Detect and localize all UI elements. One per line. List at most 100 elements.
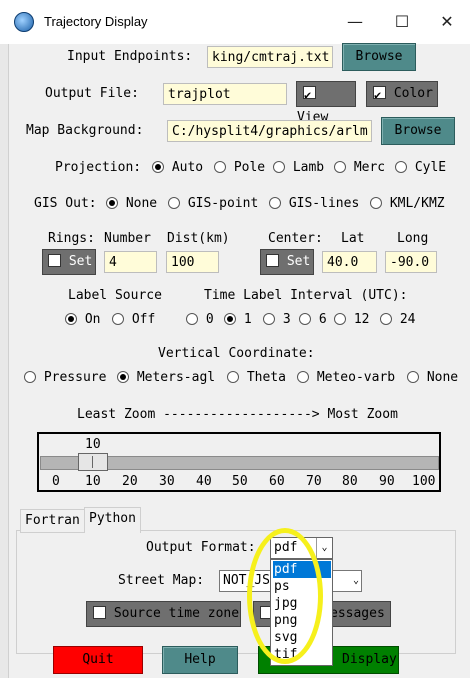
zoom-tick: 50 <box>232 474 248 489</box>
zoom-tick: 90 <box>379 474 395 489</box>
close-button[interactable]: ✕ <box>432 8 462 36</box>
label-source-off[interactable]: Off <box>112 312 155 327</box>
output-format-dropdown[interactable]: pdf ps jpg png svg tif <box>270 559 333 666</box>
zoom-tick: 0 <box>52 474 60 489</box>
zoom-tick: 70 <box>306 474 322 489</box>
color-checkbox[interactable]: ✔ Color <box>366 81 438 107</box>
format-option-svg[interactable]: svg <box>273 629 331 646</box>
gis-none[interactable]: None <box>106 196 157 211</box>
output-file-label: Output File: <box>45 86 139 101</box>
format-option-png[interactable]: png <box>273 612 331 629</box>
time-interval-12[interactable]: 12 <box>334 312 369 327</box>
rings-dist-label: Dist(km) <box>167 231 230 246</box>
quit-button[interactable]: Quit <box>53 646 143 674</box>
input-browse-button[interactable]: Browse <box>342 43 416 71</box>
view-checkbox[interactable]: ✔ View <box>296 81 356 125</box>
gis-lines[interactable]: GIS-lines <box>269 196 359 211</box>
radio-icon <box>112 313 124 325</box>
zoom-slider-handle[interactable] <box>78 453 108 471</box>
vertical-meteo-varb[interactable]: Meteo-varb <box>297 370 395 385</box>
zoom-value: 10 <box>85 437 101 452</box>
radio-icon <box>273 161 285 173</box>
radio-selected-icon <box>65 313 77 325</box>
time-interval-3[interactable]: 3 <box>263 312 291 327</box>
label-source-on[interactable]: On <box>65 312 100 327</box>
chevron-down-icon[interactable]: ⌄ <box>353 571 359 591</box>
vertical-pressure[interactable]: Pressure <box>24 370 106 385</box>
time-interval-24[interactable]: 24 <box>380 312 415 327</box>
messages-label: essages <box>330 606 385 621</box>
gis-kml[interactable]: KML/KMZ <box>370 196 445 211</box>
tab-python[interactable]: Python <box>84 507 141 533</box>
vertical-meters-agl[interactable]: Meters-agl <box>117 370 215 385</box>
input-endpoints-field[interactable]: king/cmtraj.txt <box>207 46 333 68</box>
output-format-label: Output Format: <box>146 540 256 555</box>
center-long-field[interactable]: -90.0 <box>385 251 437 273</box>
rings-dist-field[interactable]: 100 <box>166 251 219 273</box>
radio-selected-icon <box>106 197 118 209</box>
help-button[interactable]: Help <box>162 646 238 674</box>
radio-icon <box>380 313 392 325</box>
gis-out-label: GIS Out: <box>34 196 97 211</box>
radio-icon <box>297 371 309 383</box>
zoom-tick: 40 <box>196 474 212 489</box>
label-source-label: Label Source <box>68 288 162 303</box>
radio-icon <box>227 371 239 383</box>
vertical-coordinate-label: Vertical Coordinate: <box>158 346 315 361</box>
gis-point[interactable]: GIS-point <box>168 196 258 211</box>
output-file-field[interactable]: trajplot <box>163 83 287 105</box>
center-lat-field[interactable]: 40.0 <box>322 251 377 273</box>
minimize-button[interactable]: — <box>340 8 370 36</box>
radio-icon <box>407 371 419 383</box>
rings-set-label: Set <box>68 254 93 269</box>
projection-pole[interactable]: Pole <box>214 160 265 175</box>
projection-lamb[interactable]: Lamb <box>273 160 324 175</box>
vertical-none[interactable]: None <box>407 370 458 385</box>
zoom-tick: 80 <box>342 474 358 489</box>
radio-icon <box>334 161 346 173</box>
radio-icon <box>269 197 281 209</box>
projection-merc[interactable]: Merc <box>334 160 385 175</box>
zoom-tick: 30 <box>159 474 175 489</box>
zoom-tick: 100 <box>412 474 436 489</box>
color-label: Color <box>393 86 433 101</box>
tab-fortran[interactable]: Fortran <box>20 509 85 533</box>
rings-set-checkbox[interactable]: Set <box>42 249 96 275</box>
output-format-value: pdf <box>274 540 298 555</box>
check-icon: ✔ <box>373 86 386 102</box>
radio-selected-icon <box>152 161 164 173</box>
checkbox-icon <box>48 254 61 267</box>
zoom-tick: 10 <box>85 474 101 489</box>
projection-cyle[interactable]: CylE <box>395 160 446 175</box>
time-interval-0[interactable]: 0 <box>186 312 214 327</box>
time-interval-1[interactable]: 1 <box>224 312 252 327</box>
projection-label: Projection: <box>55 160 142 175</box>
rings-number-field[interactable]: 4 <box>104 251 157 273</box>
maximize-button[interactable]: ☐ <box>387 8 417 36</box>
output-format-select[interactable]: pdf ⌄ <box>270 537 333 559</box>
street-map-value: NOT_JS <box>223 573 270 588</box>
radio-icon <box>370 197 382 209</box>
map-background-label: Map Background: <box>26 123 144 138</box>
window-title: Trajectory Display <box>44 14 148 29</box>
map-background-field[interactable]: C:/hysplit4/graphics/arlm <box>167 120 372 142</box>
radio-icon <box>214 161 226 173</box>
center-set-checkbox[interactable]: Set <box>260 249 314 275</box>
vertical-theta[interactable]: Theta <box>227 370 286 385</box>
zoom-tick: 20 <box>122 474 138 489</box>
radio-selected-icon <box>117 371 129 383</box>
source-time-zone-label: Source time zone <box>113 606 240 621</box>
center-set-label: Set <box>286 254 311 269</box>
radio-icon <box>186 313 198 325</box>
format-option-tif[interactable]: tif <box>273 646 331 663</box>
map-browse-button[interactable]: Browse <box>381 117 455 145</box>
projection-auto[interactable]: Auto <box>152 160 203 175</box>
format-option-pdf[interactable]: pdf <box>273 561 331 578</box>
rings-number-label: Number <box>104 231 151 246</box>
chevron-down-icon[interactable]: ⌄ <box>316 538 332 558</box>
source-time-zone-checkbox[interactable]: Source time zone <box>86 601 241 627</box>
format-option-jpg[interactable]: jpg <box>273 595 331 612</box>
time-interval-6[interactable]: 6 <box>299 312 327 327</box>
rings-label: Rings: <box>48 231 95 246</box>
format-option-ps[interactable]: ps <box>273 578 331 595</box>
